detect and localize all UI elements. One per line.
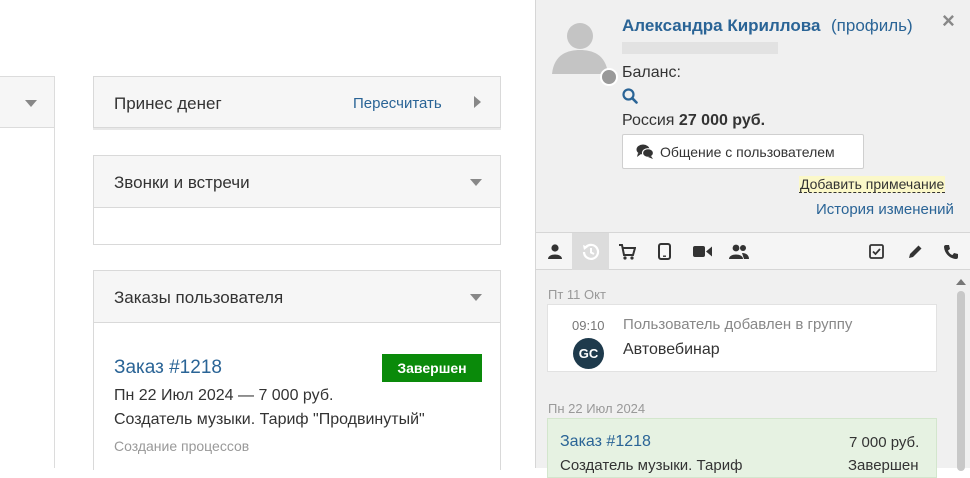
- close-icon[interactable]: ×: [942, 8, 955, 34]
- history-icon: [582, 243, 599, 260]
- search-icon[interactable]: [622, 88, 638, 104]
- chevron-down-icon[interactable]: [25, 100, 37, 107]
- divider: [54, 128, 55, 468]
- orders-panel: Заказы пользователя Заказ #1218 Завершен…: [93, 270, 501, 470]
- chevron-down-icon[interactable]: [470, 179, 482, 186]
- user-icon: [547, 244, 562, 259]
- chat-button-label: Общение с пользователем: [660, 143, 835, 160]
- recalculate-link[interactable]: Пересчитать: [353, 95, 442, 112]
- panel-header[interactable]: Заказы пользователя: [94, 271, 500, 323]
- panel-shadow: [93, 128, 501, 130]
- tablet-icon: [658, 243, 671, 260]
- cart-icon: [618, 243, 636, 260]
- pencil-icon: [908, 245, 921, 258]
- online-status-dot: [600, 68, 618, 86]
- panel-title: Заказы пользователя: [114, 288, 284, 307]
- day-label: Пн 22 Июл 2024: [548, 401, 646, 416]
- money-panel: Принес денег Пересчитать: [93, 76, 501, 128]
- tab-video[interactable]: [684, 233, 721, 270]
- order-date-sum: Пн 22 Июл 2024 — 7 000 руб.: [114, 387, 334, 404]
- order-product: Создатель музыки. Тариф "Продвинутый": [114, 411, 425, 428]
- user-sidebar: Александра Кириллова (профиль) × Баланс:…: [535, 0, 970, 478]
- panel-header[interactable]: Звонки и встречи: [94, 156, 500, 208]
- event-time: 09:10: [572, 318, 605, 333]
- tab-history[interactable]: [572, 233, 609, 270]
- add-note-link[interactable]: Добавить примечание: [799, 176, 946, 193]
- user-name-link[interactable]: Александра Кириллова: [622, 16, 820, 36]
- country-sum: Россия 27 000 руб.: [622, 112, 765, 130]
- avatar: [548, 16, 612, 74]
- video-icon: [693, 246, 712, 257]
- activity-feed: Пт 11 Окт 09:10 GC Пользователь добавлен…: [536, 271, 970, 478]
- sum-value: 27 000 руб.: [678, 112, 766, 129]
- profile-link[interactable]: (профиль): [831, 16, 913, 36]
- collapsed-panel-stub[interactable]: [0, 76, 55, 128]
- sidebar-tabs: [536, 232, 970, 270]
- day-label: Пт 11 Окт: [548, 287, 606, 302]
- comments-icon: [636, 144, 654, 159]
- tab-user[interactable]: [536, 233, 573, 270]
- feed-scrollbar[interactable]: [951, 271, 970, 471]
- tab-device[interactable]: [646, 233, 683, 270]
- calls-panel: Звонки и встречи: [93, 155, 501, 245]
- logo-text: GC: [578, 346, 599, 361]
- order-link[interactable]: Заказ #1218: [114, 357, 222, 379]
- users-icon: [728, 244, 749, 259]
- feed-order-status: Завершен: [848, 457, 919, 474]
- scrollbar-thumb[interactable]: [957, 291, 965, 471]
- tab-edit[interactable]: [896, 233, 933, 270]
- checkbox-icon: [869, 244, 884, 259]
- chevron-down-icon[interactable]: [470, 294, 482, 301]
- gc-logo: GC: [573, 338, 604, 369]
- tab-call[interactable]: [932, 233, 969, 270]
- panel-header[interactable]: Принес денег Пересчитать: [94, 77, 500, 127]
- status-badge: Завершен: [382, 354, 482, 382]
- order-category: Создание процессов: [114, 438, 250, 454]
- chevron-right-icon[interactable]: [474, 96, 481, 108]
- country-label: Россия: [622, 112, 675, 129]
- tab-orders[interactable]: [608, 233, 645, 270]
- blurred-contact: [622, 42, 778, 54]
- tab-groups[interactable]: [720, 233, 757, 270]
- event-text: Пользователь добавлен в группу: [623, 316, 853, 333]
- feed-order-sum: 7 000 руб.: [849, 434, 920, 451]
- history-link[interactable]: История изменений: [816, 201, 954, 218]
- feed-order-link[interactable]: Заказ #1218: [560, 433, 651, 451]
- chat-with-user-button[interactable]: Общение с пользователем: [622, 134, 864, 169]
- feed-order-product: Создатель музыки. Тариф: [560, 457, 743, 474]
- scroll-up-arrow-icon[interactable]: [956, 279, 966, 285]
- feed-order-card: Заказ #1218 7 000 руб. Создатель музыки.…: [547, 418, 937, 478]
- panel-title: Принес денег: [114, 94, 222, 113]
- tab-tasks[interactable]: [858, 233, 895, 270]
- panel-title: Звонки и встречи: [114, 173, 250, 192]
- event-group: Автовебинар: [623, 341, 720, 358]
- phone-icon: [943, 244, 958, 259]
- balance-label: Баланс:: [622, 64, 681, 81]
- feed-event-card: 09:10 GC Пользователь добавлен в группу …: [547, 304, 937, 372]
